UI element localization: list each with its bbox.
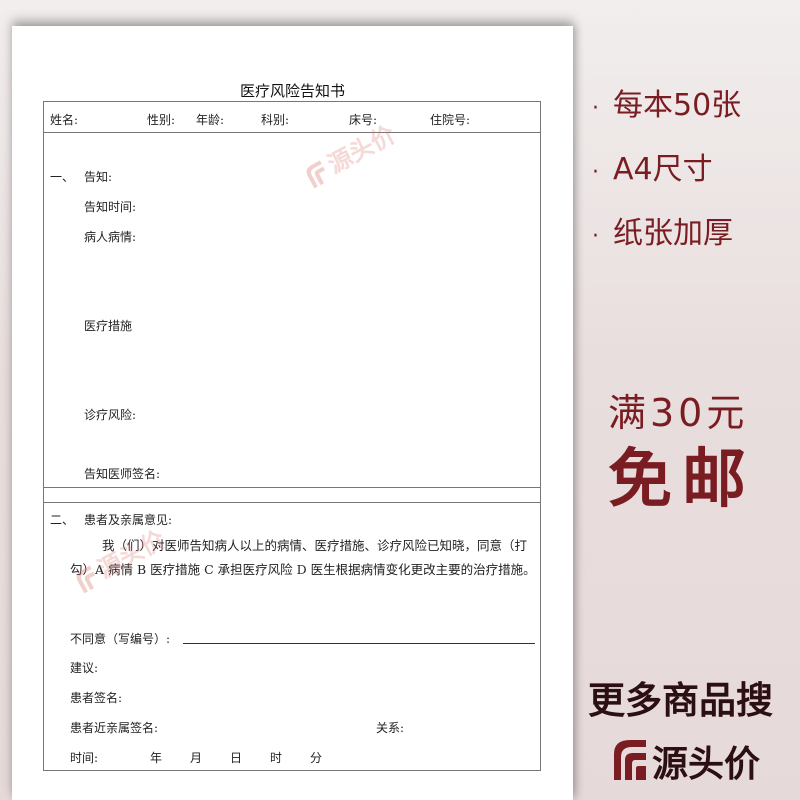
- label-minute: 分: [310, 751, 323, 765]
- feature-item: · 纸张加厚: [592, 216, 733, 251]
- label-condition: 病人病情:: [84, 230, 137, 244]
- label-measures: 医疗措施: [84, 319, 133, 333]
- label-time: 时间:: [70, 751, 99, 765]
- label-hour: 时: [270, 751, 283, 765]
- label-patient-sign: 患者签名:: [70, 691, 123, 705]
- label-name: 姓名:: [50, 113, 79, 127]
- label-doctor-sign: 告知医师签名:: [84, 467, 161, 481]
- form-table: 姓名: 性别: 年龄: 科别: 床号: 住院号: 一、 告知: 告知时间: 病人…: [43, 101, 541, 771]
- label-admission: 住院号:: [430, 113, 471, 127]
- label-relation: 关系:: [376, 721, 405, 735]
- brand-logo-icon: [614, 740, 646, 780]
- feature-item: · A4尺寸: [592, 152, 713, 187]
- bullet-icon: ·: [592, 96, 599, 121]
- label-notify-time: 告知时间:: [84, 200, 137, 214]
- section1-title: 告知:: [84, 170, 113, 184]
- section-divider-1: [44, 487, 540, 488]
- label-year: 年: [150, 751, 163, 765]
- feature-item: · 每本50张: [592, 88, 742, 123]
- promo-free-shipping: 免邮: [608, 443, 756, 517]
- label-risks: 诊疗风险:: [84, 408, 137, 422]
- label-relative-sign: 患者近亲属签名:: [70, 721, 159, 735]
- disagree-line: [183, 643, 535, 644]
- label-department: 科别:: [261, 113, 290, 127]
- label-disagree: 不同意（写编号）:: [70, 632, 171, 646]
- label-month: 月: [190, 751, 203, 765]
- label-gender: 性别:: [147, 113, 176, 127]
- section2-title: 患者及亲属意见:: [84, 513, 173, 527]
- section2-number: 二、: [50, 513, 75, 527]
- header-divider: [44, 132, 540, 133]
- more-products-label: 更多商品搜: [588, 679, 773, 722]
- bullet-icon: ·: [592, 160, 599, 185]
- label-age: 年龄:: [196, 113, 225, 127]
- form-paper: 医疗风险告知书 姓名: 性别: 年龄: 科别: 床号: 住院号: 一、 告知: …: [12, 26, 573, 800]
- label-day: 日: [230, 751, 243, 765]
- brand-name: 源头价: [652, 744, 761, 785]
- bullet-icon: ·: [592, 224, 599, 249]
- form-title: 医疗风险告知书: [239, 82, 345, 100]
- label-suggestion: 建议:: [70, 661, 99, 675]
- section1-number: 一、: [50, 170, 75, 184]
- section-divider-2: [44, 502, 540, 503]
